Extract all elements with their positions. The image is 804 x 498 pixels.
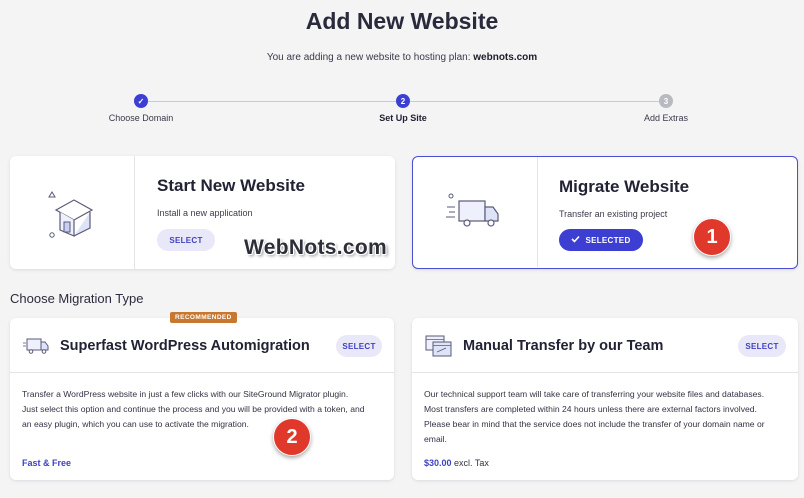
step-2-dot: 2	[396, 94, 410, 108]
truck-icon	[445, 193, 507, 238]
truck-icon	[22, 335, 52, 362]
manual-line-3: Please bear in mind that the service doe…	[424, 419, 765, 429]
check-icon	[571, 235, 581, 245]
annotation-badge-2: 2	[273, 418, 311, 456]
automigration-title: Superfast WordPress Automigration	[60, 338, 310, 354]
plan-name: webnots.com	[473, 52, 538, 63]
manual-transfer-description: Our technical support team will take car…	[424, 387, 792, 447]
step-2-number: 2	[400, 96, 406, 106]
card-divider	[412, 372, 798, 373]
windows-icon	[424, 334, 454, 363]
automigration-line-1: Transfer a WordPress website in just a f…	[22, 389, 349, 399]
step-connector	[410, 101, 659, 102]
check-icon: ✓	[137, 96, 145, 106]
step-3-dot: 3	[659, 94, 673, 108]
watermark-logo: WebNots.com	[244, 236, 387, 259]
manual-transfer-card[interactable]: Manual Transfer by our Team SELECT Our t…	[412, 318, 798, 480]
manual-line-2: Most transfers are completed within 24 h…	[424, 404, 757, 414]
subtitle-prefix: You are adding a new website to hosting …	[266, 52, 471, 63]
page-subtitle: You are adding a new website to hosting …	[0, 52, 804, 63]
migrate-website-card[interactable]: Migrate Website Transfer an existing pro…	[412, 156, 798, 269]
step-3-label: Add Extras	[643, 113, 689, 123]
manual-line-4: email.	[424, 434, 447, 444]
house-icon	[46, 188, 106, 245]
migrate-title: Migrate Website	[559, 177, 690, 196]
step-3-number: 3	[663, 96, 669, 106]
step-1-label: Choose Domain	[108, 113, 174, 123]
card-divider	[10, 372, 394, 373]
migrate-description: Transfer an existing project	[559, 209, 668, 219]
selected-label: SELECTED	[585, 235, 631, 245]
step-1-dot[interactable]: ✓	[134, 94, 148, 108]
price-value: $30.00	[424, 458, 452, 468]
start-new-select-button[interactable]: SELECT	[157, 229, 215, 251]
card-divider	[134, 156, 135, 269]
manual-transfer-select-button[interactable]: SELECT	[738, 335, 786, 357]
manual-transfer-title: Manual Transfer by our Team	[463, 338, 664, 354]
manual-line-1: Our technical support team will take car…	[424, 389, 765, 399]
manual-transfer-price: $30.00 excl. Tax	[424, 458, 489, 468]
automigration-line-3: an easy plugin, which you can use to act…	[22, 419, 249, 429]
start-new-title: Start New Website	[157, 176, 306, 195]
price-suffix: excl. Tax	[454, 458, 489, 468]
automigration-description: Transfer a WordPress website in just a f…	[22, 387, 387, 432]
migrate-selected-button[interactable]: SELECTED	[559, 229, 643, 251]
step-connector	[148, 101, 396, 102]
automigration-line-2: Just select this option and continue the…	[22, 404, 365, 414]
step-2-label: Set Up Site	[379, 113, 427, 123]
start-new-description: Install a new application	[157, 208, 253, 218]
section-title: Choose Migration Type	[10, 291, 144, 306]
page-title: Add New Website	[305, 8, 499, 34]
annotation-badge-1: 1	[693, 218, 731, 256]
automigration-card[interactable]: RECOMMENDED Superfast WordPress Automigr…	[10, 312, 394, 480]
automigration-select-button[interactable]: SELECT	[336, 335, 382, 357]
automigration-footer: Fast & Free	[22, 458, 72, 468]
card-divider	[537, 157, 538, 267]
recommended-badge: RECOMMENDED	[170, 312, 237, 323]
